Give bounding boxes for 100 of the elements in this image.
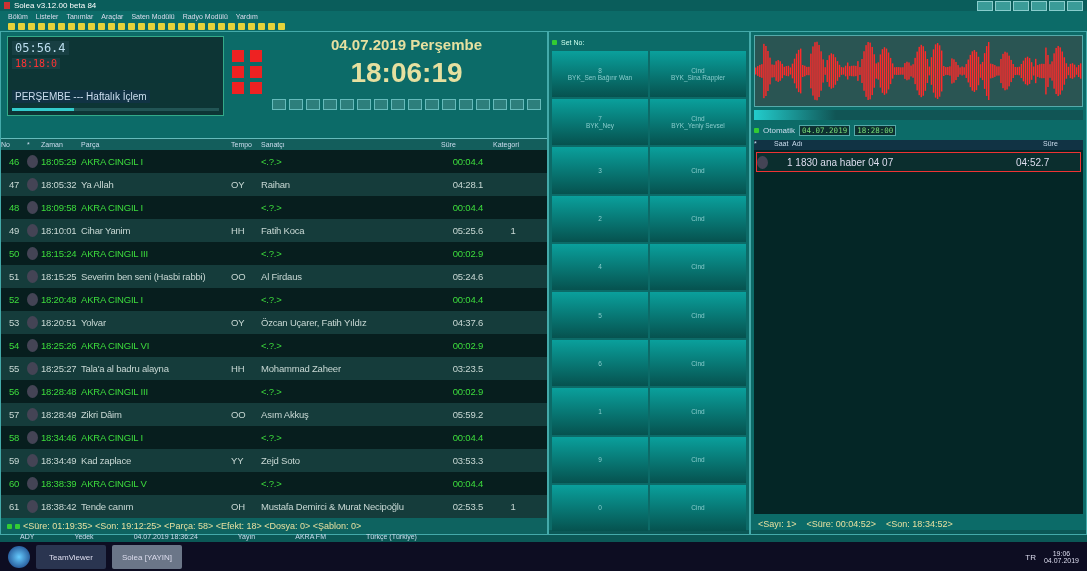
queue-row[interactable]: 1 1830 ana haber 04 07 04:52.7 [756, 152, 1081, 172]
small-button[interactable] [357, 99, 371, 110]
table-cell-text: 18:15:24 [41, 248, 78, 259]
table-cell-text: 05:25.6 [451, 225, 484, 236]
table-cell-text: Mustafa Demirci & Murat Necipoğlu [261, 501, 405, 512]
small-button[interactable] [493, 99, 507, 110]
table-cell-text: 00:04.4 [451, 294, 484, 305]
table-cell-text: AKRA CINGIL I [81, 294, 144, 305]
playlist-row[interactable]: 61 18:38:42 Tende canım OH Mustafa Demirci & Murat Necipoğlu 02:53.5 1 [1, 495, 547, 518]
table-cell-text: 03:53.3 [451, 455, 484, 466]
small-button[interactable] [289, 99, 303, 110]
table-cell-text: <.?.> [261, 340, 283, 351]
queue-summary: <Son: 18:34:52> [886, 519, 953, 529]
small-button[interactable] [340, 99, 354, 110]
table-cell-text: OY [231, 179, 246, 190]
playlist-row[interactable]: 49 18:10:01 Cihar Yanim HH Fatih Koca 05:25.6 1 [1, 219, 547, 242]
window-button[interactable] [1067, 0, 1083, 11]
small-button[interactable] [527, 99, 541, 110]
playlist-row[interactable]: 55 18:25:27 Tala'a al badru alayna HH Mohammad Zaheer 03:23.5 [1, 357, 547, 380]
app-icon [4, 2, 10, 9]
table-cell-text: 18:25:27 [41, 363, 78, 374]
table-cell-text: 54 [7, 340, 21, 351]
playlist-row[interactable]: 51 18:15:25 Severim ben seni (Hasbi rabbi) OO Al Firdaus 05:24.6 [1, 265, 547, 288]
table-cell-text: 18:05:32 [41, 179, 78, 190]
table-cell-text: OH [231, 501, 246, 512]
table-cell-text: 04:52.7 [1016, 156, 1051, 168]
track-icon [27, 247, 38, 260]
playlist-summary: <Süre: 01:19:35> <Son: 19:12:25> <Parça: 58> <Efekt: 18> <Dosya: 0> <Şablon: 0> [23, 521, 362, 531]
language-indicator[interactable]: TR [1025, 552, 1036, 562]
table-cell-text: 18:05:29 [41, 156, 78, 167]
small-button[interactable] [442, 99, 456, 110]
playlist-row[interactable]: 60 18:38:39 AKRA CINGIL V <.?.> 00:04.4 [1, 472, 547, 495]
table-cell-text: 18:20:51 [41, 317, 78, 328]
window-button[interactable] [977, 0, 993, 11]
table-cell-text: Fatih Koca [261, 225, 306, 236]
playlist-row[interactable]: 50 18:15:24 AKRA CINGIL III <.?.> 00:02.9 [1, 242, 547, 265]
start-button[interactable] [8, 546, 30, 568]
small-button[interactable] [510, 99, 524, 110]
table-cell-text: <.?.> [261, 248, 283, 259]
table-cell-text: 00:04.4 [451, 202, 484, 213]
small-button[interactable] [391, 99, 405, 110]
taskbar-app[interactable]: TeamViewer [36, 545, 106, 569]
table-cell-text: OO [231, 409, 247, 420]
playlist-row[interactable]: 56 18:28:48 AKRA CINGIL III <.?.> 00:02.9 [1, 380, 547, 403]
table-cell-text: 00:02.9 [451, 386, 484, 397]
small-button[interactable] [323, 99, 337, 110]
small-button[interactable] [306, 99, 320, 110]
small-button[interactable] [374, 99, 388, 110]
table-cell-text: 50 [7, 248, 21, 259]
table-cell-text: 48 [7, 202, 21, 213]
playlist-row[interactable]: 48 18:09:58 AKRA CINGIL I <.?.> 00:04.4 [1, 196, 547, 219]
small-button[interactable] [408, 99, 422, 110]
table-cell-text: 51 [7, 271, 21, 282]
window-button[interactable] [995, 0, 1011, 11]
table-cell-text: 1 1830 ana haber 04 07 [787, 156, 895, 168]
clock-time: 18:06:19 [350, 57, 463, 89]
small-button[interactable] [425, 99, 439, 110]
table-cell-text: 18:10:01 [41, 225, 78, 236]
table-cell-text: Tende canım [81, 501, 135, 512]
table-cell-text: OY [231, 317, 246, 328]
table-cell-text: 53 [7, 317, 21, 328]
table-cell-text: 18:28:48 [41, 386, 78, 397]
track-icon [27, 178, 38, 191]
mode-label: Otomatik [763, 125, 795, 135]
table-cell-text: <.?.> [261, 386, 283, 397]
table-cell-text: Raihan [261, 179, 291, 190]
table-cell-text: Mohammad Zaheer [261, 363, 342, 374]
date-label: 04.07.2019 Perşembe [331, 36, 482, 53]
table-cell-text: Zejd Soto [261, 455, 301, 466]
table-cell-text: 18:25:26 [41, 340, 78, 351]
playlist-row[interactable]: 59 18:34:49 Kad zaplace YY Zejd Soto 03:53.3 [1, 449, 547, 472]
playlist-row[interactable]: 46 18:05:29 AKRA CINGIL I <.?.> 00:04.4 [1, 150, 547, 173]
table-cell-text: 00:04.4 [451, 432, 484, 443]
window-button[interactable] [1049, 0, 1065, 11]
position-slider[interactable] [12, 108, 75, 111]
playlist-row[interactable]: 52 18:20:48 AKRA CINGIL I <.?.> 00:04.4 [1, 288, 547, 311]
table-cell-text: 1 [509, 501, 517, 512]
small-button[interactable] [459, 99, 473, 110]
track-icon [757, 155, 768, 169]
table-cell-text: Al Firdaus [261, 271, 303, 282]
playlist-row[interactable]: 53 18:20:51 Yolvar OY Özcan Uçarer, Fatih Yıldız 04:37.6 [1, 311, 547, 334]
table-cell-text: AKRA CINGIL I [81, 432, 144, 443]
small-button[interactable] [476, 99, 490, 110]
taskbar-app[interactable]: Solea [YAYIN] [112, 545, 182, 569]
table-cell-text: 04:37.6 [451, 317, 484, 328]
waveform-slider[interactable] [754, 110, 837, 120]
playlist-row[interactable]: 47 18:05:32 Ya Allah OY Raihan 04:28.1 [1, 173, 547, 196]
table-cell-text: YY [231, 455, 245, 466]
table-cell-text: AKRA CINGIL VI [81, 340, 151, 351]
table-cell-text: 1 [509, 225, 517, 236]
window-button[interactable] [1031, 0, 1047, 11]
playlist-row[interactable]: 54 18:25:26 AKRA CINGIL VI <.?.> 00:02.9 [1, 334, 547, 357]
table-cell-text: 05:59.2 [451, 409, 484, 420]
playlist-row[interactable]: 57 18:28:49 Zikri Dâim OO Asım Akkuş 05:59.2 [1, 403, 547, 426]
playlist-row[interactable]: 58 18:34:46 AKRA CINGIL I <.?.> 00:04.4 [1, 426, 547, 449]
small-button[interactable] [272, 99, 286, 110]
table-cell-text: 55 [7, 363, 21, 374]
track-icon [27, 385, 38, 398]
track-icon [27, 201, 38, 214]
window-button[interactable] [1013, 0, 1029, 11]
